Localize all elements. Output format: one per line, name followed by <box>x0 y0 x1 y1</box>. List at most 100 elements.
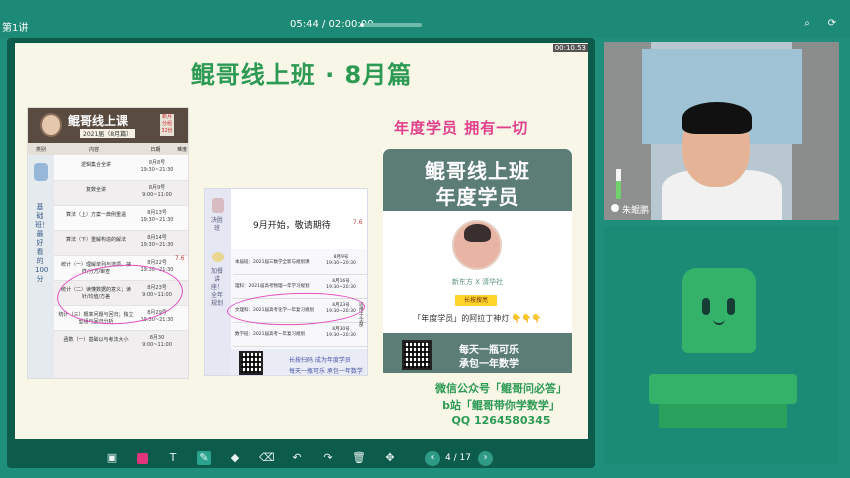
poster-title: 鲲哥线上班 <box>425 159 530 183</box>
teacher-avatar <box>452 220 502 270</box>
table-row: 算法（下）重解构造的解法 8月14号 19:30~21:30 <box>54 231 188 256</box>
page-indicator: 4 / 17 <box>445 453 471 463</box>
poster-subtitle: 年度学员 <box>435 185 520 209</box>
table-row: 本届班：2021届三数学全新与规划课 8月9号 19:30~20:30 <box>233 251 367 275</box>
undo-icon[interactable]: ↶ <box>290 451 304 465</box>
column-header: 内容 <box>89 146 100 153</box>
column-header: 类别 <box>35 146 46 153</box>
row-date: 8月30号 19:30~20:30 <box>326 327 356 338</box>
book-icon <box>212 198 224 213</box>
row-name: 数学班：2021届高考一年复习规划 <box>235 332 305 337</box>
poster-brand: 新东方 X 清华社 <box>451 278 504 286</box>
contact-qq: QQ 1264580345 <box>451 414 551 427</box>
mascot-desk <box>649 374 797 404</box>
course-left-band: 基础班！最好看的100分 <box>28 155 54 378</box>
move-icon[interactable]: ✥ <box>383 451 397 465</box>
mascot <box>682 268 756 353</box>
progress-fill <box>360 23 364 27</box>
table-row: 复数全讲 8月9号 9:00~11:00 <box>54 181 188 206</box>
lecture-left-bottom: 加餐讲座！全年规划 <box>211 268 224 307</box>
row-date: 8月14号 19:30~21:30 <box>140 235 174 248</box>
poster-footer: 每天一瓶可乐 承包一年数学 <box>383 333 572 373</box>
headline: 年度学员 拥有一切 <box>394 119 529 137</box>
row-name: 算法（下）重解构造的解法 <box>65 237 126 243</box>
row-date: 8月13号 19:30~21:30 <box>140 210 174 223</box>
poster-pill: 长按搜亮 <box>455 295 497 306</box>
lecture-footer: 长按扫码 成为年度学员 每天一瓶可乐 承包一年数学 <box>231 349 367 375</box>
top-bar: 第1讲 05:44 / 02:00:00 ⌕ ⟳ <box>0 0 850 38</box>
contact-bilibili: b站「鲲哥带你学数学」 <box>442 399 560 412</box>
mascot-mouth <box>713 319 725 325</box>
teacher-video: 朱鲲鹏 <box>604 42 839 220</box>
trash-icon[interactable]: 🗑 <box>352 451 366 465</box>
poster-header: 鲲哥线上班 年度学员 <box>383 149 572 211</box>
table-row: 算法（上）方案一典例重温 8月13号 19:30~21:30 <box>54 206 188 231</box>
row-name: 复数全讲 <box>85 187 106 193</box>
annotation-text: 7.6 <box>175 255 185 262</box>
row-date: 8月8号 19:30~21:30 <box>140 160 174 173</box>
refresh-icon[interactable]: ⟳ <box>826 18 838 30</box>
teacher-name: 朱鲲鹏 <box>622 206 650 216</box>
row-date: 8月30 9:00~11:00 <box>142 335 172 348</box>
column-header: 日期 <box>150 146 161 153</box>
slide-canvas: 00:10.53 鲲哥线上班 · 8月篇 鲲哥线上课 2021届（8月篇） 新月… <box>15 43 588 439</box>
progress-bar[interactable] <box>360 23 422 27</box>
qr-code <box>239 351 263 375</box>
student-video-placeholder <box>604 226 839 464</box>
row-name: 逻辑集合全讲 <box>80 162 111 168</box>
next-page-button[interactable]: › <box>478 451 493 466</box>
lecture-left-band: 决胜班 加餐讲座！全年规划 <box>205 189 231 375</box>
course-schedule-card: 鲲哥线上课 2021届（8月篇） 新月 分组 32份 类别 内容 日期 难度 基… <box>27 107 189 379</box>
table-row: 函数（一）基础以与考法大小 8月30 9:00~11:00 <box>54 331 188 378</box>
poster-footer-line2: 承包一年数学 <box>459 359 519 370</box>
annotation-toolbar: ▣ T ✎ ◆ ⌫ ↶ ↷ 🗑 ✥ ‹ 4 / 17 › <box>0 444 600 472</box>
course-columns: 类别 内容 日期 难度 <box>28 143 188 155</box>
teacher-avatar <box>40 113 62 137</box>
notebook-icon <box>34 163 48 181</box>
membership-poster: 鲲哥线上班 年度学员 新东方 X 清华社 长按搜亮 「年度学员」的阿拉丁神灯 👇… <box>383 149 572 373</box>
teacher-hair <box>682 102 752 134</box>
course-subtitle: 2021届（8月篇） <box>80 129 136 138</box>
row-date: 8月9号 9:00~11:00 <box>142 185 172 198</box>
prev-page-button[interactable]: ‹ <box>425 451 440 466</box>
lecture-mark: 7.6 <box>353 219 363 226</box>
slide-title: 鲲哥线上班 · 8月篇 <box>190 61 413 89</box>
mascot-eye <box>702 298 710 315</box>
course-tag: 新月 分组 32份 <box>160 114 174 136</box>
mascot-eye <box>727 298 735 315</box>
course-title: 鲲哥线上课 <box>68 114 129 128</box>
mic-icon <box>611 204 619 212</box>
lesson-label: 第1讲 <box>2 23 29 34</box>
contact-wechat: 微信公众号「鲲哥问必答」 <box>435 382 567 395</box>
bulb-icon <box>212 252 224 262</box>
row-date: 8月16号 19:30~20:30 <box>326 279 356 290</box>
course-schedule-header: 鲲哥线上课 2021届（8月篇） 新月 分组 32份 <box>28 108 188 143</box>
redo-icon[interactable]: ↷ <box>321 451 335 465</box>
color-icon[interactable] <box>137 453 148 464</box>
lecture-footer-line1: 长按扫码 成为年度学员 <box>289 357 351 364</box>
mascot-desk-front <box>659 404 787 428</box>
lecture-footer-line2: 每天一瓶可乐 承包一年数学 <box>289 368 363 375</box>
course-left-text: 基础班！最好看的100分 <box>35 203 49 283</box>
poster-footer-line1: 每天一瓶可乐 <box>459 345 519 356</box>
row-name: 理科：2021届高考物理一年学习规划 <box>235 284 310 289</box>
lecture-left-top: 决胜班 <box>211 217 224 232</box>
row-name: 函数（一）基础以与考法大小 <box>63 337 129 343</box>
lecture-header-text: 9月开始，敬请期待 <box>253 221 331 231</box>
row-name: 算法（上）方案一典例重温 <box>65 212 126 218</box>
text-icon[interactable]: T <box>166 451 180 465</box>
audio-level-icon <box>616 169 621 199</box>
eraser-icon[interactable]: ⌫ <box>259 451 275 465</box>
pen-icon[interactable]: ✎ <box>197 451 211 465</box>
zoom-icon[interactable]: ⌕ <box>801 18 813 30</box>
shape-icon[interactable]: ◆ <box>228 451 242 465</box>
lecture-card: 9月开始，敬请期待 决胜班 加餐讲座！全年规划 7.6 本届班：2021届三数学… <box>204 188 368 376</box>
table-row: 逻辑集合全讲 8月8号 19:30~21:30 <box>54 156 188 181</box>
row-name: 本届班：2021届三数学全新与规划课 <box>235 260 310 265</box>
row-date: 8月9号 19:30~20:30 <box>326 255 356 266</box>
slide-corner-time: 00:10.53 <box>552 44 588 52</box>
column-header: 难度 <box>177 146 188 153</box>
qr-code <box>402 340 432 370</box>
poster-line: 「年度学员」的阿拉丁神灯 👇👇👇 <box>413 314 542 323</box>
image-icon[interactable]: ▣ <box>105 451 119 465</box>
